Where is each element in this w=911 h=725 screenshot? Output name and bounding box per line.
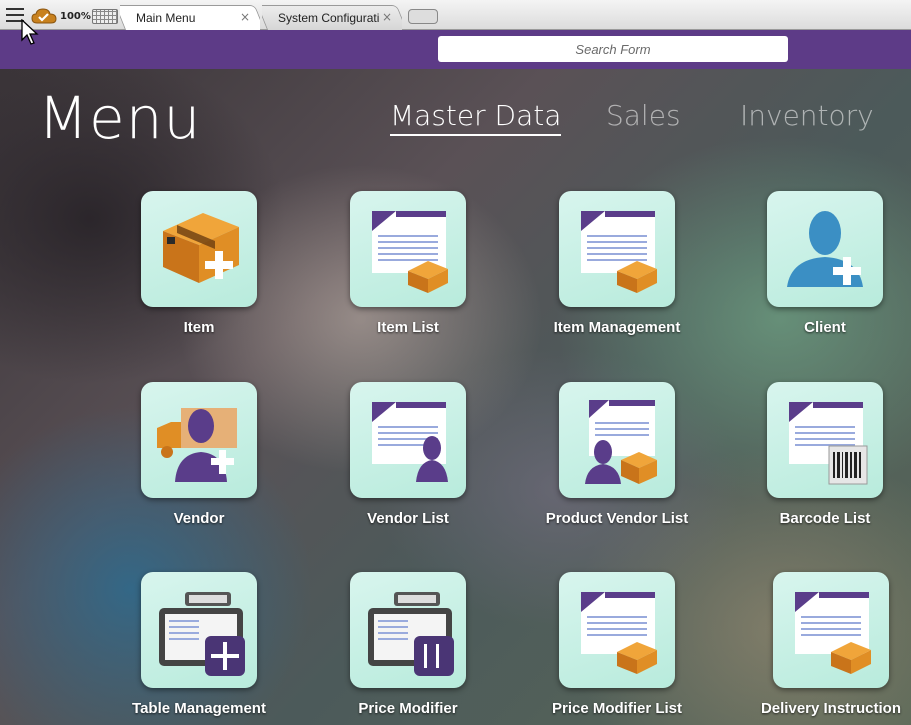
browser-tab-bar: 100% Main Menu × System Configurati × — [0, 0, 911, 30]
table-management-icon — [141, 572, 257, 688]
tile-product-vendor-list[interactable]: Product Vendor List — [527, 382, 707, 527]
tab-label: System Configurati — [278, 11, 380, 25]
search-input[interactable] — [438, 36, 788, 62]
tile-label: Client — [804, 319, 846, 336]
delivery-instruction-icon — [773, 572, 889, 688]
tab-main-menu[interactable]: Main Menu × — [120, 5, 260, 30]
tile-label: Table Management — [132, 700, 266, 717]
tile-barcode-list[interactable]: Barcode List — [735, 382, 911, 527]
tab-system-configuration[interactable]: System Configurati × — [262, 5, 402, 30]
keyboard-icon[interactable] — [92, 9, 118, 24]
page-title: Menu — [38, 84, 202, 152]
tile-label: Item — [183, 319, 215, 336]
price-modifier-icon — [350, 572, 466, 688]
tile-item-list[interactable]: Item List — [318, 191, 498, 336]
tile-price-modifier-list[interactable]: Price Modifier List — [527, 572, 707, 717]
tile-label: Barcode List — [779, 510, 871, 527]
item-management-icon — [559, 191, 675, 307]
tab-inventory[interactable]: Inventory — [740, 99, 874, 132]
tab-master-data[interactable]: Master Data — [390, 99, 562, 136]
tile-table-management[interactable]: Table Management — [109, 572, 289, 717]
tile-label: Delivery Instruction — [760, 700, 902, 717]
tile-label: Product Vendor List — [545, 510, 689, 527]
tile-label: Vendor — [173, 510, 225, 527]
vendor-list-icon — [350, 382, 466, 498]
vendor-add-icon — [141, 382, 257, 498]
tile-item-management[interactable]: Item Management — [527, 191, 707, 336]
tile-item[interactable]: Item — [109, 191, 289, 336]
tile-label: Price Modifier — [358, 700, 458, 717]
price-modifier-list-icon — [559, 572, 675, 688]
tab-label: Main Menu — [136, 11, 196, 25]
mouse-cursor-icon — [21, 19, 39, 45]
tile-label: Price Modifier List — [551, 700, 683, 717]
box-add-icon — [141, 191, 257, 307]
new-tab-button[interactable] — [408, 9, 438, 24]
zoom-level: 100% — [60, 11, 91, 22]
tile-delivery-instruction[interactable]: Delivery Instruction — [741, 572, 911, 717]
item-list-icon — [350, 191, 466, 307]
close-icon[interactable]: × — [240, 10, 250, 24]
tab-sales[interactable]: Sales — [606, 99, 681, 132]
close-icon[interactable]: × — [382, 10, 392, 24]
client-add-icon — [767, 191, 883, 307]
tile-price-modifier[interactable]: Price Modifier — [318, 572, 498, 717]
product-vendor-list-icon — [559, 382, 675, 498]
tile-vendor-list[interactable]: Vendor List — [318, 382, 498, 527]
tile-vendor[interactable]: Vendor — [109, 382, 289, 527]
tile-label: Vendor List — [367, 510, 449, 527]
tile-client[interactable]: Client — [735, 191, 911, 336]
barcode-list-icon — [767, 382, 883, 498]
tile-label: Item List — [377, 319, 439, 336]
tile-label: Item Management — [553, 319, 681, 336]
